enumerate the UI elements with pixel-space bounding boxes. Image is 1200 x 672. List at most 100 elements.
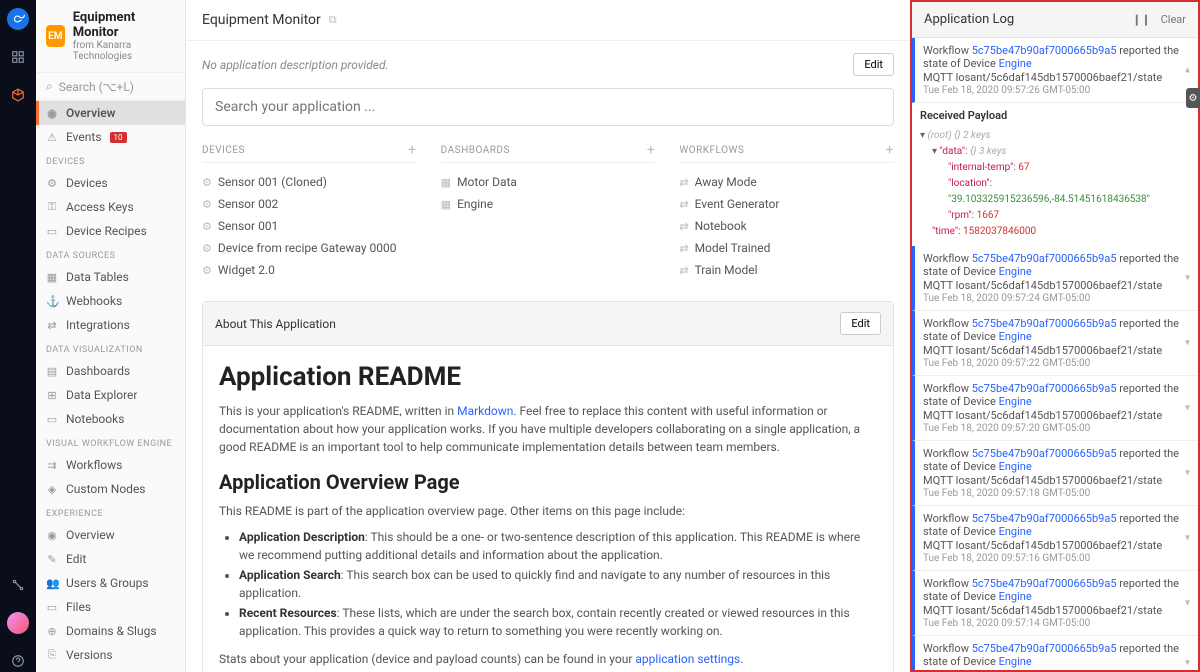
add-icon[interactable]: + [886, 142, 894, 158]
resource-icon: ⇄ [679, 264, 688, 277]
edit-description-button[interactable]: Edit [853, 53, 894, 76]
sidebar-item-workflows[interactable]: ⇉Workflows [36, 453, 185, 477]
sidebar-item-data-explorer[interactable]: ⊞ Data Explorer [36, 383, 185, 407]
int-icon: ⇄ [46, 319, 58, 332]
sidebar-item-versions[interactable]: ⎘Versions [36, 643, 185, 667]
resource-item[interactable]: ⇄Away Mode [679, 171, 894, 193]
resource-label: Engine [457, 197, 493, 211]
log-entry[interactable]: Workflow 5c75be47b90af7000665b9a5 report… [912, 441, 1198, 506]
sidebar-item-files[interactable]: ▭Files [36, 595, 185, 619]
markdown-link[interactable]: Markdown [457, 404, 513, 418]
log-entry[interactable]: Workflow 5c75be47b90af7000665b9a5 report… [912, 246, 1198, 311]
sidebar-item-webhooks[interactable]: ⚓ Webhooks [36, 289, 185, 313]
resource-item[interactable]: ⚙Device from recipe Gateway 0000 [202, 237, 417, 259]
edit-readme-button[interactable]: Edit [840, 312, 881, 335]
resource-label: Sensor 001 [218, 219, 278, 233]
avatar[interactable] [7, 612, 29, 634]
sidebar-search[interactable]: ⌕ Search (⌥+L) [36, 72, 185, 101]
resource-icon: ▦ [441, 176, 451, 189]
sidebar-item-label: Data Explorer [66, 388, 138, 402]
sidebar-item-notebooks[interactable]: ▭Notebooks [36, 407, 185, 431]
log-panel: Application Log ❙❙ Clear Workflow 5c75be… [910, 0, 1200, 672]
sidebar-item-label: Devices [66, 176, 108, 190]
sidebar-item-integrations[interactable]: ⇄Integrations [36, 313, 185, 337]
sidebar-item-users-groups[interactable]: 👥Users & Groups [36, 571, 185, 595]
readme-p3: Stats about your application (device and… [219, 650, 877, 668]
column-devices: DEVICES+⚙Sensor 001 (Cloned)⚙Sensor 002⚙… [202, 142, 417, 281]
resource-label: Train Model [695, 263, 758, 277]
copy-icon[interactable]: ⧉ [329, 13, 337, 27]
add-icon[interactable]: + [408, 142, 416, 158]
resource-icon: ⇄ [679, 220, 688, 233]
readme-bullets: Application Description: This should be … [239, 528, 877, 640]
log-entry[interactable]: Workflow 5c75be47b90af7000665b9a5 report… [912, 311, 1198, 376]
resource-icon: ⇄ [679, 176, 688, 189]
about-box: About This Application Edit Application … [202, 301, 894, 672]
log-entry[interactable]: Workflow 5c75be47b90af7000665b9a5 report… [912, 376, 1198, 441]
sidebar-item-device-recipes[interactable]: ▭Device Recipes [36, 219, 185, 243]
sidebar-item-label: Access Keys [66, 200, 134, 214]
sidebar-item-label: Edit [66, 552, 86, 566]
hook-icon: ⚓ [46, 295, 58, 308]
sidebar-item-events[interactable]: ⚠Events10 [36, 125, 185, 149]
column-title: DEVICES [202, 145, 245, 156]
sidebar-item-overview[interactable]: ◉Overview [36, 523, 185, 547]
resource-item[interactable]: ⚙Sensor 001 (Cloned) [202, 171, 417, 193]
sidebar-item-label: Workflows [66, 458, 122, 472]
note-icon: ▭ [46, 413, 58, 426]
log-entry[interactable]: Workflow 5c75be47b90af7000665b9a5 report… [912, 571, 1198, 636]
readme-h2: Application Overview Page [219, 470, 877, 494]
sidebar-item-overview[interactable]: ◉Overview [36, 101, 185, 125]
search-icon: ⌕ [46, 79, 53, 94]
readme-bullet: Application Description: This should be … [239, 528, 877, 564]
sidebar-item-domains-slugs[interactable]: ⊕Domains & Slugs [36, 619, 185, 643]
expl-icon: ⊞ [46, 389, 58, 402]
resource-item[interactable]: ⚙Widget 2.0 [202, 259, 417, 281]
resource-item[interactable]: ⇄ Train Model [679, 259, 894, 281]
sidebar-item-label: Versions [66, 648, 113, 662]
log-entry[interactable]: Workflow 5c75be47b90af7000665b9a5 report… [912, 636, 1198, 670]
app-from: from Kanarra Technologies [73, 40, 175, 62]
sidebar-item-access-keys[interactable]: ⚿Access Keys [36, 195, 185, 219]
warn-icon: ⚠ [46, 131, 58, 144]
chevron-down-icon: ▾ [1185, 403, 1190, 414]
add-icon[interactable]: + [647, 142, 655, 158]
chevron-down-icon: ▾ [1185, 338, 1190, 349]
pause-button[interactable]: ❙❙ [1132, 13, 1150, 26]
sidebar-item-edit[interactable]: ✎Edit [36, 547, 185, 571]
column-dashboards: DASHBOARDS+▦Motor Data▦Engine [441, 142, 656, 281]
resource-label: Device from recipe Gateway 0000 [218, 241, 397, 255]
sidebar-item-data-tables[interactable]: ▦Data Tables [36, 265, 185, 289]
resource-item[interactable]: ▦Motor Data [441, 171, 656, 193]
grid-icon[interactable] [7, 46, 29, 68]
readme-bullet: Application Search: This search box can … [239, 566, 877, 602]
sidebar-item-custom-nodes[interactable]: ◈Custom Nodes [36, 477, 185, 501]
log-entry[interactable]: Workflow 5c75be47b90af7000665b9a5 report… [912, 38, 1198, 103]
resource-item[interactable]: ⚙Sensor 002 [202, 193, 417, 215]
log-entry[interactable]: Workflow 5c75be47b90af7000665b9a5 report… [912, 506, 1198, 571]
cube-icon[interactable] [7, 84, 29, 106]
resource-item[interactable]: ⇄Model Trained [679, 237, 894, 259]
sidebar-item-label: Webhooks [66, 294, 122, 308]
resource-item[interactable]: ⚙ Sensor 001 [202, 215, 417, 237]
app-name: Equipment Monitor [73, 10, 175, 40]
resource-icon: ⚙ [202, 220, 212, 233]
sidebar-item-label: Overview [66, 528, 115, 542]
connect-icon[interactable] [7, 574, 29, 596]
resource-item[interactable]: ⇄Notebook [679, 215, 894, 237]
resource-icon: ⚙ [202, 264, 212, 277]
sidebar-item-devices[interactable]: ⚙Devices [36, 171, 185, 195]
sidebar-item-dashboards[interactable]: ▤Dashboards [36, 359, 185, 383]
app-search-input[interactable] [202, 88, 894, 126]
clear-button[interactable]: Clear [1161, 13, 1186, 26]
logo-icon[interactable] [7, 8, 29, 30]
readme-bullet: Recent Resources: These lists, which are… [239, 604, 877, 640]
resource-item[interactable]: ▦ Engine [441, 193, 656, 215]
settings-gear-icon[interactable]: ⚙ [1186, 88, 1200, 108]
node-icon: ◈ [46, 483, 58, 496]
resource-item[interactable]: ⇄Event Generator [679, 193, 894, 215]
resource-icon: ⇄ [679, 198, 688, 211]
settings-link[interactable]: application settings [635, 652, 740, 666]
help-icon[interactable] [7, 650, 29, 672]
resource-icon: ▦ [441, 198, 451, 211]
